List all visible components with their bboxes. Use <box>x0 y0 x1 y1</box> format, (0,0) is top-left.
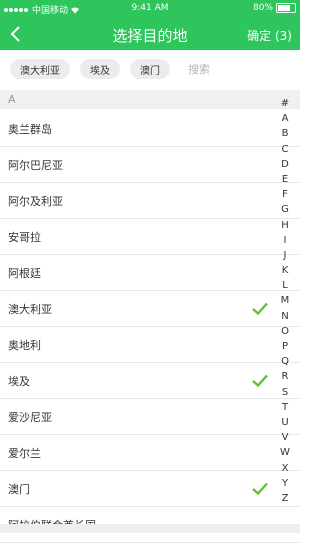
header: 选择目的地 确定 (3) <box>0 18 300 50</box>
index-letter[interactable]: O <box>276 324 294 339</box>
list-item[interactable]: 爱沙尼亚 <box>0 399 300 435</box>
check-icon <box>252 374 268 387</box>
index-letter[interactable]: D <box>276 157 294 172</box>
list-item[interactable]: 澳大利亚 <box>0 291 300 327</box>
list-item[interactable]: 澳门 <box>0 471 300 507</box>
list-item-label: 澳大利亚 <box>8 303 52 316</box>
battery-icon <box>276 3 296 13</box>
list-item[interactable]: 阿尔巴尼亚 <box>0 147 300 183</box>
battery-percent: 80% <box>252 3 273 13</box>
index-letter[interactable]: C <box>276 142 294 157</box>
list-item[interactable]: 奥兰群岛 <box>0 111 300 147</box>
search-input[interactable]: 搜索 <box>188 61 210 77</box>
list-item-label: 埃及 <box>8 375 30 388</box>
list-item[interactable]: 阿尔及利亚 <box>0 183 300 219</box>
index-letter[interactable]: P <box>276 339 294 354</box>
list-item-label: 安哥拉 <box>8 231 41 244</box>
index-letter[interactable]: G <box>276 202 294 217</box>
index-letter[interactable]: E <box>276 172 294 187</box>
status-bar: 中国移动 9:41 AM 80% <box>0 0 300 18</box>
index-letter[interactable]: I <box>276 233 294 248</box>
index-letter[interactable]: Q <box>276 354 294 369</box>
index-letter[interactable]: N <box>276 309 294 324</box>
index-letter[interactable]: A <box>276 111 294 126</box>
bottom-band <box>0 524 300 533</box>
index-letter[interactable]: T <box>276 400 294 415</box>
battery: 80% <box>253 3 296 13</box>
index-letter[interactable]: # <box>276 96 294 111</box>
list-item-label: 阿尔及利亚 <box>8 195 63 208</box>
index-letter[interactable]: H <box>276 218 294 233</box>
index-letter[interactable]: Z <box>276 491 294 506</box>
index-letter[interactable]: M <box>276 293 294 308</box>
chip-australia[interactable]: 澳大利亚 <box>10 59 70 79</box>
alphabet-index[interactable]: # A B C D E F G H I J K L M N O P Q R S T U V W X Y Z <box>276 96 294 506</box>
index-letter[interactable]: V <box>276 430 294 445</box>
section-header: A <box>0 90 300 109</box>
index-letter[interactable]: B <box>276 126 294 141</box>
index-letter[interactable]: W <box>276 445 294 460</box>
list-item-label: 阿根廷 <box>8 267 41 280</box>
list-item-label: 爱沙尼亚 <box>8 411 52 424</box>
chip-macau[interactable]: 澳门 <box>130 59 170 79</box>
list-item[interactable]: 阿根廷 <box>0 255 300 291</box>
index-letter[interactable]: R <box>276 369 294 384</box>
index-letter[interactable]: K <box>276 263 294 278</box>
check-icon <box>252 302 268 315</box>
list-item[interactable]: 爱尔兰 <box>0 435 300 471</box>
index-letter[interactable]: J <box>276 248 294 263</box>
list-item-label: 阿尔巴尼亚 <box>8 159 63 172</box>
index-letter[interactable]: U <box>276 415 294 430</box>
confirm-button[interactable]: 确定 (3) <box>247 27 292 44</box>
list-item-label: 爱尔兰 <box>8 447 41 460</box>
index-letter[interactable]: S <box>276 385 294 400</box>
chip-egypt[interactable]: 埃及 <box>80 59 120 79</box>
index-letter[interactable]: X <box>276 461 294 476</box>
list-item-label: 澳门 <box>8 483 30 496</box>
selected-chips: 澳大利亚 埃及 澳门 搜索 <box>0 50 300 88</box>
list-item-label: 奥兰群岛 <box>8 123 52 136</box>
list-item[interactable]: 奥地利 <box>0 327 300 363</box>
index-letter[interactable]: Y <box>276 476 294 491</box>
list-item[interactable]: 埃及 <box>0 363 300 399</box>
index-letter[interactable]: L <box>276 278 294 293</box>
list-item-label: 奥地利 <box>8 339 41 352</box>
check-icon <box>252 482 268 495</box>
list-item[interactable]: 安哥拉 <box>0 219 300 255</box>
index-letter[interactable]: F <box>276 187 294 202</box>
country-list: 奥兰群岛阿尔巴尼亚阿尔及利亚安哥拉阿根廷澳大利亚奥地利埃及爱沙尼亚爱尔兰澳门阿拉… <box>0 111 300 543</box>
